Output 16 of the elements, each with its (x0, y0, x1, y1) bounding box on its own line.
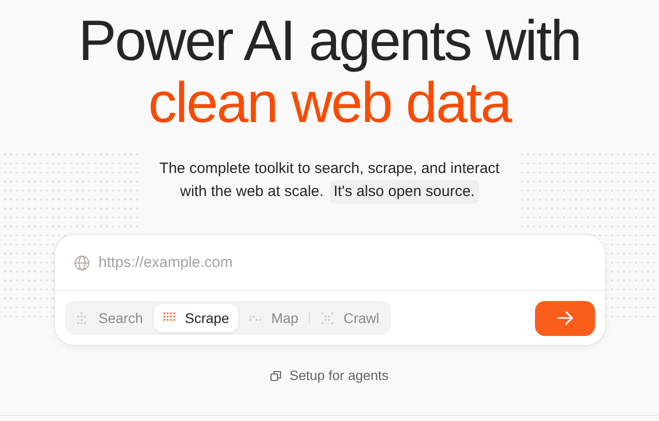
headline: Power AI agents with (78, 10, 581, 72)
copy-icon (270, 370, 282, 382)
dot-grid-icon (321, 312, 334, 324)
mode-tab[interactable]: Map (240, 304, 308, 332)
mode-tab[interactable]: Crawl (312, 304, 388, 332)
setup-link[interactable]: Setup for agents (270, 368, 389, 383)
mode-tab[interactable]: Search (68, 304, 152, 332)
headline-highlight: clean web data (148, 72, 511, 134)
subtitle: The complete toolkit to search, scrape, and interact (159, 159, 500, 179)
globe-icon (74, 254, 90, 270)
mode-tab[interactable]: Scrape (154, 304, 238, 332)
submit-button[interactable] (534, 300, 594, 336)
arrow-right-icon (556, 311, 572, 325)
url-field[interactable]: https://example.com (98, 254, 518, 271)
open-source-badge: It's also open source. (330, 180, 479, 204)
subtitle: with the web at scale. (180, 182, 324, 202)
